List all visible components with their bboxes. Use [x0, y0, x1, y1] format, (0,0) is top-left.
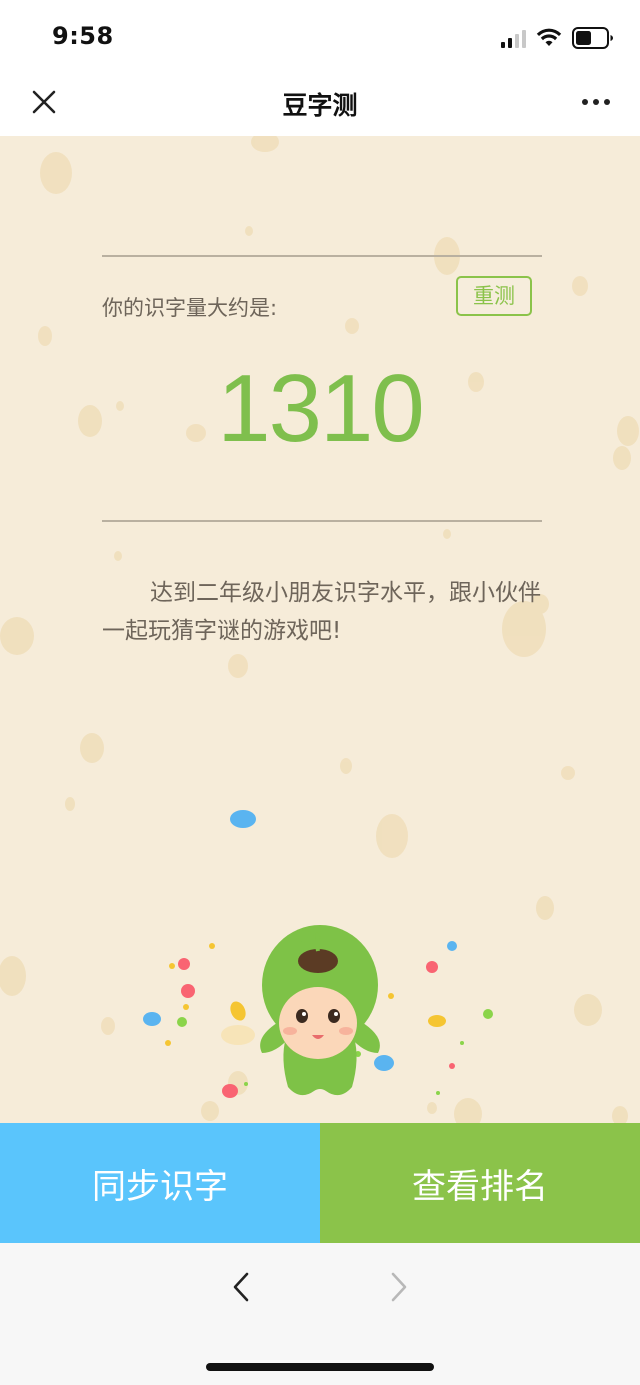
status-icons — [501, 27, 614, 49]
more-icon[interactable] — [580, 86, 612, 118]
view-ranking-button[interactable]: 查看排名 — [320, 1123, 640, 1243]
vocabulary-score: 1310 — [217, 355, 425, 462]
nav-bar: 豆字测 — [0, 72, 640, 136]
top-divider — [102, 255, 542, 257]
estimate-label: 你的识字量大约是: — [102, 296, 278, 320]
action-bar: 同步识字 查看排名 — [0, 1123, 640, 1243]
sync-characters-button[interactable]: 同步识字 — [0, 1123, 320, 1243]
result-panel: 你的识字量大约是: 重测 1310 达到二年级小朋友识字水平，跟小伙伴一起玩猜字… — [0, 136, 640, 1123]
chevron-right-icon[interactable] — [380, 1269, 416, 1305]
screen: 9:58 豆字测 你的识字量大约是: 重测 1310 达到二年级小朋友识字水平，… — [0, 0, 640, 1385]
chevron-left-icon[interactable] — [224, 1269, 260, 1305]
status-time: 9:58 — [52, 22, 114, 50]
browser-toolbar — [0, 1243, 640, 1385]
page-title: 豆字测 — [282, 91, 358, 120]
cellular-signal-icon — [501, 28, 526, 48]
result-message: 达到二年级小朋友识字水平，跟小伙伴一起玩猜字谜的游戏吧! — [102, 580, 541, 644]
bottom-divider — [102, 520, 542, 522]
retest-button[interactable]: 重测 — [456, 276, 532, 316]
sprout-mascot-illustration — [143, 810, 493, 1098]
home-indicator[interactable] — [206, 1363, 434, 1371]
battery-icon — [572, 27, 613, 49]
wifi-icon — [536, 28, 562, 46]
status-bar: 9:58 — [0, 0, 640, 72]
